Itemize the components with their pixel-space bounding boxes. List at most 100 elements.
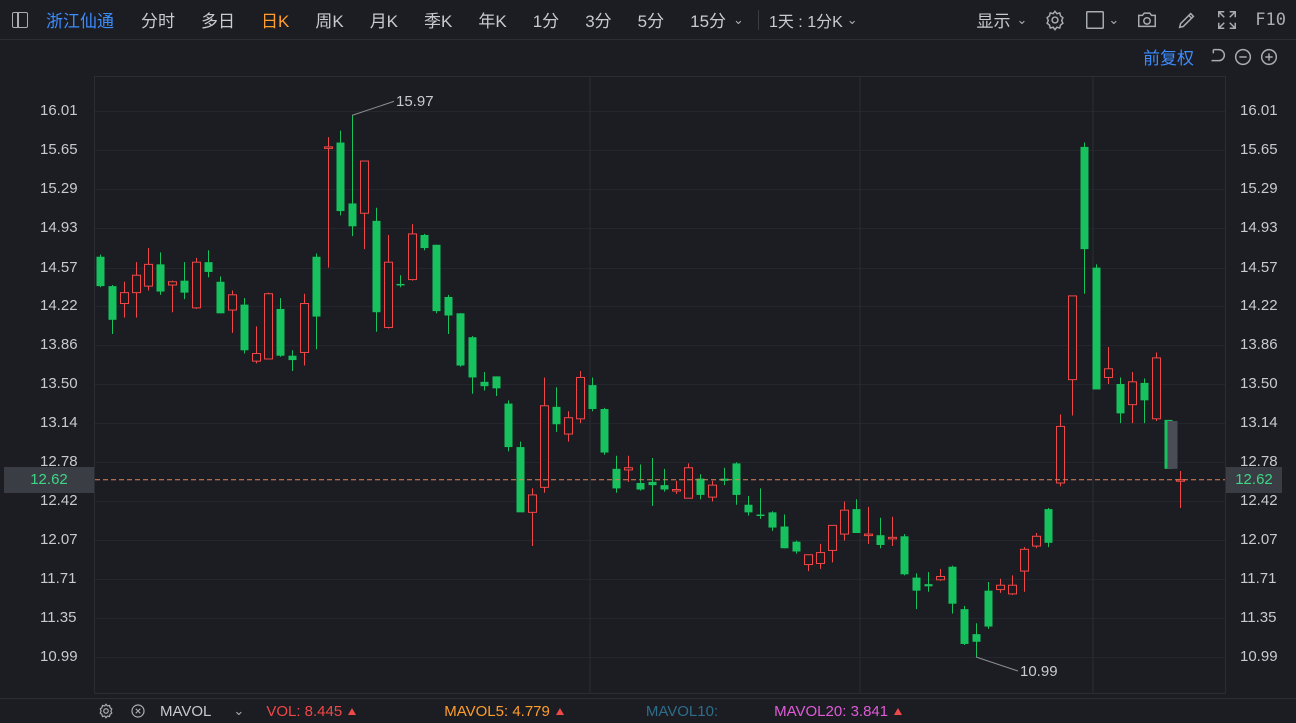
candle-body-up <box>576 376 585 420</box>
candle-body-down <box>876 535 885 545</box>
candle-body-down <box>216 281 225 314</box>
candle-body-down <box>336 142 345 212</box>
low-annotation-label: 10.99 <box>1020 663 1058 680</box>
current-price-tag-left: 12.62 <box>4 466 94 493</box>
candle-body-down <box>972 634 981 642</box>
price-tick-label-left: 15.65 <box>40 141 78 159</box>
price-tick-label-right: 13.86 <box>1240 335 1278 353</box>
candle-body-down <box>612 468 621 489</box>
mavol5-up-arrow-icon <box>555 707 564 715</box>
price-tick-label-right: 14.57 <box>1240 258 1278 276</box>
candle-body-down <box>1116 384 1125 414</box>
candle-body-down <box>780 526 789 549</box>
candle-body-down <box>420 234 429 249</box>
candle-body-down <box>492 376 501 389</box>
price-tick-label-right: 14.22 <box>1240 296 1278 314</box>
mavol5-readout: MAVOL5: 4.779 <box>444 703 564 720</box>
vol-label: VOL: <box>266 702 301 720</box>
candle-body-down <box>480 381 489 387</box>
candle-body-down <box>1092 267 1101 390</box>
candle-body-down <box>732 463 741 495</box>
price-tick-label-right: 13.50 <box>1240 375 1278 392</box>
candle-body-up <box>996 584 1005 591</box>
price-tick-label-left: 13.14 <box>40 414 78 432</box>
price-tick-label-left: 14.57 <box>40 258 78 276</box>
current-price-tag-right: 12.62 <box>1226 466 1282 493</box>
candle-body-down <box>1044 509 1053 543</box>
candle-body-down <box>696 478 705 495</box>
price-tick-label-right: 12.07 <box>1240 530 1278 548</box>
candle-body-down <box>1140 382 1149 401</box>
candle-body-up <box>1152 357 1161 420</box>
price-tick-label-right: 15.29 <box>1240 180 1278 198</box>
price-tick-label-right: 11.71 <box>1240 569 1277 587</box>
candle-body-up <box>360 160 369 214</box>
candle-body-up <box>864 533 873 537</box>
mavol20-label: MAVOL20: <box>774 702 847 720</box>
candle-body-up <box>816 552 825 564</box>
candle-body-down <box>456 313 465 366</box>
candle-body-down <box>288 355 297 361</box>
candle-body-up <box>1032 535 1041 547</box>
price-tick-label-left: 12.42 <box>40 492 78 510</box>
candle-body-down <box>900 536 909 575</box>
candle-body-down <box>636 482 645 490</box>
price-tick-label-left: 14.93 <box>40 219 78 237</box>
candle-body-down <box>600 409 609 453</box>
candle-body-up <box>672 489 681 492</box>
price-tick-label-left: 11.35 <box>40 608 77 626</box>
candle-body-down <box>372 220 381 313</box>
mavol5-value: 4.779 <box>512 702 550 720</box>
price-tick-label-right: 14.93 <box>1240 219 1278 237</box>
indicator-bar: MAVOL ⌄ VOL: 8.445 MAVOL5: 4.779 MAVOL10… <box>0 698 1296 723</box>
candle-body-up <box>168 281 177 286</box>
price-tick-label-right: 11.35 <box>1240 608 1277 626</box>
candle-body-up <box>1056 425 1065 484</box>
candle-body-down <box>468 337 477 378</box>
indicator-selector[interactable]: MAVOL <box>160 703 211 720</box>
candle-body-up <box>840 509 849 535</box>
mavol20-value: 3.841 <box>850 702 889 720</box>
candle-body-down <box>648 481 657 486</box>
candle-body-up <box>936 576 945 581</box>
candle-body-up <box>1008 584 1017 595</box>
candle-body-down <box>924 584 933 587</box>
candle-body-up <box>684 467 693 499</box>
candle-body-down <box>948 566 957 604</box>
candle-body-up <box>540 405 549 488</box>
candle-body-up <box>300 303 309 353</box>
candle-body-down <box>1080 146 1089 250</box>
candle-body-up <box>408 233 417 281</box>
candle-body-up <box>1128 381 1137 406</box>
mavol5-label: MAVOL5: <box>444 702 509 720</box>
price-tick-label-left: 14.22 <box>40 296 78 314</box>
candle-body-up <box>828 524 837 551</box>
candle-body-up <box>624 467 633 471</box>
candle-body-down <box>108 286 117 320</box>
candle-body-down <box>96 256 105 287</box>
price-tick-label-right: 13.14 <box>1240 414 1278 432</box>
price-tick-label-left: 15.29 <box>40 180 78 198</box>
candle-body-up <box>252 353 261 362</box>
indicator-settings-gear-icon[interactable] <box>96 701 116 721</box>
candle-body-down <box>396 283 405 286</box>
mavol20-up-arrow-icon <box>894 707 903 715</box>
candle-body-down <box>660 485 669 490</box>
candle-body-up <box>1068 295 1077 381</box>
candle-body-up <box>564 417 573 435</box>
high-annotation-label: 15.97 <box>396 93 434 111</box>
vol-value: 8.445 <box>304 702 343 720</box>
price-tick-label-left: 13.50 <box>40 375 78 392</box>
indicator-chevron-icon[interactable]: ⌄ <box>233 703 244 719</box>
price-tick-label-left: 11.71 <box>40 569 77 587</box>
candle-body-up <box>120 292 129 305</box>
indicator-close-icon[interactable] <box>128 701 148 721</box>
candle-body-down <box>240 304 249 351</box>
candle-body-down <box>912 577 921 591</box>
candle-body-up <box>192 261 201 309</box>
price-tick-label-left: 12.07 <box>40 530 78 548</box>
candle-body-down <box>960 609 969 644</box>
mavol20-readout: MAVOL20: 3.841 <box>774 702 903 720</box>
candle-body-down <box>276 308 285 356</box>
low-annotation-leader <box>975 656 1019 672</box>
